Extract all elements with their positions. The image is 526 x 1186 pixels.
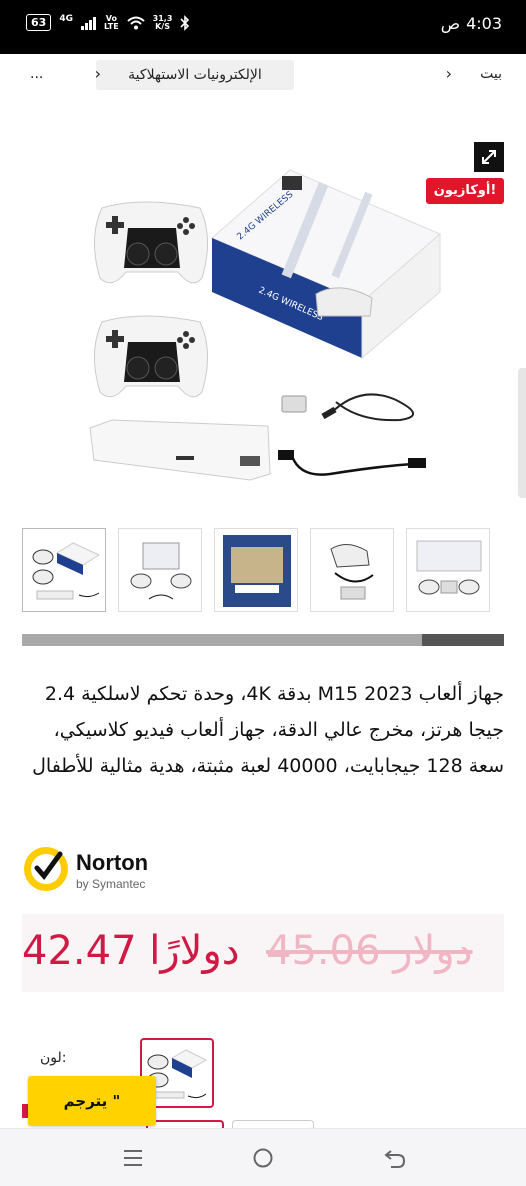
norton-by: by Symantec — [76, 877, 145, 891]
thumbnail[interactable] — [406, 528, 490, 612]
home-icon[interactable] — [248, 1143, 278, 1173]
gallery-progress-fill — [422, 634, 504, 646]
system-nav-bar — [0, 1128, 526, 1186]
thumbnail[interactable] — [22, 528, 106, 612]
speed-indicator: 31,3 K/S — [153, 14, 173, 31]
chevron-left-icon: ‹ — [94, 64, 101, 83]
color-label: :لون — [40, 1050, 67, 1066]
breadcrumb-more[interactable]: ... — [30, 66, 43, 82]
thumbnail-strip — [22, 528, 504, 612]
norton-badge: Norton by Symantec — [22, 840, 182, 898]
norton-logo: Norton by Symantec — [24, 847, 148, 891]
volte-indicator: Vo LTE — [103, 14, 119, 31]
battery-indicator: 63 — [26, 14, 52, 31]
breadcrumb-category[interactable]: الإلكترونيات الاستهلاكية — [96, 60, 294, 90]
expand-icon[interactable] — [474, 142, 504, 172]
clock: ص 4:03 — [441, 14, 502, 33]
signal-icon — [80, 16, 96, 30]
wifi-icon — [127, 16, 145, 29]
price-box: 42.47 دولارًا دولار 45.06 — [22, 914, 504, 992]
price-old: دولار 45.06 — [266, 928, 473, 974]
clock-ampm: ص — [440, 14, 461, 33]
thumbnail[interactable] — [118, 528, 202, 612]
product-title: جهاز ألعاب M15 2023 بدقة 4K، وحدة تحكم ل… — [32, 683, 504, 777]
thumbnail[interactable] — [310, 528, 394, 612]
breadcrumb-home[interactable]: بيت — [480, 66, 502, 82]
network-type: 4G — [59, 14, 73, 24]
bluetooth-icon — [180, 14, 190, 31]
screen: 63 4G Vo LTE 31,3 K/S ص 4:03 بيت ‹ الإلك… — [0, 0, 526, 1186]
back-icon[interactable] — [380, 1143, 410, 1173]
sale-badge: أوكازيون! — [426, 178, 504, 204]
thumbnail[interactable] — [214, 528, 298, 612]
breadcrumb: بيت ‹ الإلكترونيات الاستهلاكية ‹ — [0, 56, 526, 96]
gallery-progress-bar — [22, 634, 504, 646]
clock-time: 4:03 — [466, 14, 502, 33]
translate-button[interactable]: يترجم " — [28, 1076, 156, 1126]
side-scroll-indicator — [518, 368, 526, 498]
recent-apps-icon[interactable] — [118, 1143, 148, 1173]
chevron-left-icon: ‹ — [445, 64, 452, 83]
status-bar: 63 4G Vo LTE 31,3 K/S ص 4:03 — [0, 0, 526, 54]
norton-name: Norton — [76, 850, 148, 875]
price-current: 42.47 دولارًا — [22, 928, 240, 974]
speed-unit: K/S — [155, 21, 170, 31]
volte-bottom: LTE — [103, 21, 119, 31]
